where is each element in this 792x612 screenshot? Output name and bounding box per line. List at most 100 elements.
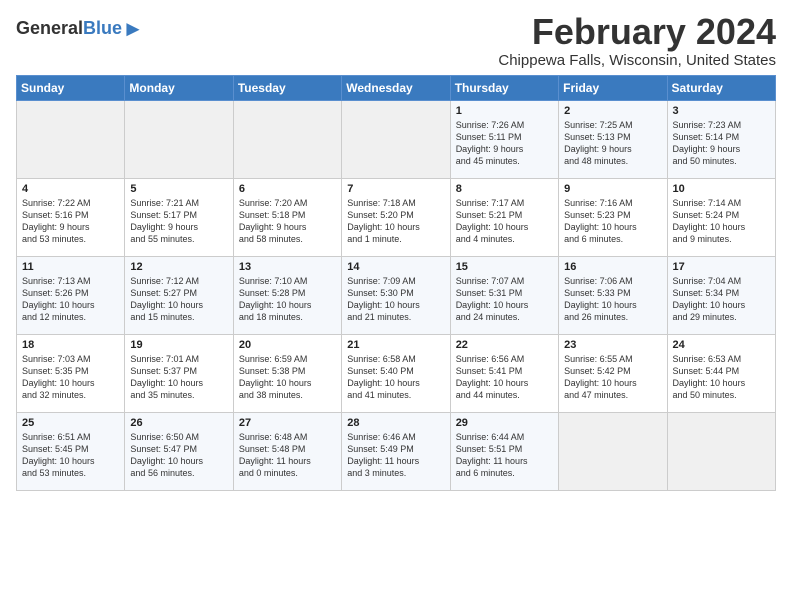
day-number: 8 [456,183,553,195]
calendar-cell: 22 Sunrise: 6:56 AM Sunset: 5:41 PM Dayli… [450,334,558,412]
day-info: Sunrise: 7:26 AM Sunset: 5:11 PM Dayligh… [456,119,553,168]
day-info: Sunrise: 6:51 AM Sunset: 5:45 PM Dayligh… [22,431,119,480]
calendar-cell [559,412,667,490]
logo-blue: Blue [83,18,122,38]
calendar-cell: 28 Sunrise: 6:46 AM Sunset: 5:49 PM Dayli… [342,412,450,490]
calendar-cell: 16 Sunrise: 7:06 AM Sunset: 5:33 PM Dayli… [559,256,667,334]
calendar-cell: 15 Sunrise: 7:07 AM Sunset: 5:31 PM Dayli… [450,256,558,334]
logo-bird-icon: ► [122,16,144,42]
day-info: Sunrise: 7:16 AM Sunset: 5:23 PM Dayligh… [564,197,661,246]
calendar-cell [342,100,450,178]
day-number: 4 [22,183,119,195]
day-info: Sunrise: 6:55 AM Sunset: 5:42 PM Dayligh… [564,353,661,402]
day-number: 14 [347,261,444,273]
calendar-header: Sunday Monday Tuesday Wednesday Thursday… [17,75,776,100]
calendar-cell: 14 Sunrise: 7:09 AM Sunset: 5:30 PM Dayli… [342,256,450,334]
day-info: Sunrise: 7:22 AM Sunset: 5:16 PM Dayligh… [22,197,119,246]
header-saturday: Saturday [667,75,775,100]
calendar-body: 1Sunrise: 7:26 AM Sunset: 5:11 PM Daylig… [17,100,776,490]
day-info: Sunrise: 7:06 AM Sunset: 5:33 PM Dayligh… [564,275,661,324]
day-number: 7 [347,183,444,195]
day-info: Sunrise: 7:13 AM Sunset: 5:26 PM Dayligh… [22,275,119,324]
day-number: 28 [347,417,444,429]
day-info: Sunrise: 6:56 AM Sunset: 5:41 PM Dayligh… [456,353,553,402]
calendar-cell: 21Sunrise: 6:58 AM Sunset: 5:40 PM Dayli… [342,334,450,412]
calendar-cell: 29 Sunrise: 6:44 AM Sunset: 5:51 PM Dayli… [450,412,558,490]
day-number: 23 [564,339,661,351]
day-number: 20 [239,339,336,351]
day-info: Sunrise: 7:07 AM Sunset: 5:31 PM Dayligh… [456,275,553,324]
day-number: 22 [456,339,553,351]
logo-text: GeneralBlue [16,19,122,39]
day-info: Sunrise: 6:46 AM Sunset: 5:49 PM Dayligh… [347,431,444,480]
calendar-cell [17,100,125,178]
day-number: 5 [130,183,227,195]
main-container: GeneralBlue ► February 2024 Chippewa Fal… [0,0,792,499]
day-info: Sunrise: 7:20 AM Sunset: 5:18 PM Dayligh… [239,197,336,246]
calendar-cell: 2Sunrise: 7:25 AM Sunset: 5:13 PM Daylig… [559,100,667,178]
day-number: 19 [130,339,227,351]
calendar-week-4: 25 Sunrise: 6:51 AM Sunset: 5:45 PM Dayli… [17,412,776,490]
calendar-cell: 3Sunrise: 7:23 AM Sunset: 5:14 PM Daylig… [667,100,775,178]
calendar-week-1: 4 Sunrise: 7:22 AM Sunset: 5:16 PM Daylig… [17,178,776,256]
header-monday: Monday [125,75,233,100]
day-info: Sunrise: 7:10 AM Sunset: 5:28 PM Dayligh… [239,275,336,324]
logo-general: General [16,18,83,38]
calendar-cell: 13 Sunrise: 7:10 AM Sunset: 5:28 PM Dayli… [233,256,341,334]
calendar-cell: 7 Sunrise: 7:18 AM Sunset: 5:20 PM Daylig… [342,178,450,256]
calendar-cell: 17Sunrise: 7:04 AM Sunset: 5:34 PM Dayli… [667,256,775,334]
header-row: Sunday Monday Tuesday Wednesday Thursday… [17,75,776,100]
day-number: 24 [673,339,770,351]
calendar-table: Sunday Monday Tuesday Wednesday Thursday… [16,75,776,491]
day-info: Sunrise: 6:50 AM Sunset: 5:47 PM Dayligh… [130,431,227,480]
day-info: Sunrise: 7:18 AM Sunset: 5:20 PM Dayligh… [347,197,444,246]
calendar-cell: 18 Sunrise: 7:03 AM Sunset: 5:35 PM Dayli… [17,334,125,412]
calendar-cell: 24 Sunrise: 6:53 AM Sunset: 5:44 PM Dayli… [667,334,775,412]
calendar-week-2: 11 Sunrise: 7:13 AM Sunset: 5:26 PM Dayli… [17,256,776,334]
day-info: Sunrise: 7:09 AM Sunset: 5:30 PM Dayligh… [347,275,444,324]
day-number: 29 [456,417,553,429]
day-info: Sunrise: 7:03 AM Sunset: 5:35 PM Dayligh… [22,353,119,402]
calendar-cell: 4 Sunrise: 7:22 AM Sunset: 5:16 PM Daylig… [17,178,125,256]
header-thursday: Thursday [450,75,558,100]
calendar-week-3: 18 Sunrise: 7:03 AM Sunset: 5:35 PM Dayli… [17,334,776,412]
header-friday: Friday [559,75,667,100]
calendar-cell: 10 Sunrise: 7:14 AM Sunset: 5:24 PM Dayli… [667,178,775,256]
calendar-cell: 1Sunrise: 7:26 AM Sunset: 5:11 PM Daylig… [450,100,558,178]
day-info: Sunrise: 6:44 AM Sunset: 5:51 PM Dayligh… [456,431,553,480]
day-number: 25 [22,417,119,429]
calendar-cell [667,412,775,490]
day-number: 15 [456,261,553,273]
day-number: 18 [22,339,119,351]
calendar-cell [233,100,341,178]
calendar-cell [125,100,233,178]
calendar-cell: 19Sunrise: 7:01 AM Sunset: 5:37 PM Dayli… [125,334,233,412]
day-info: Sunrise: 6:59 AM Sunset: 5:38 PM Dayligh… [239,353,336,402]
calendar-week-0: 1Sunrise: 7:26 AM Sunset: 5:11 PM Daylig… [17,100,776,178]
day-info: Sunrise: 6:48 AM Sunset: 5:48 PM Dayligh… [239,431,336,480]
day-info: Sunrise: 7:12 AM Sunset: 5:27 PM Dayligh… [130,275,227,324]
calendar-cell: 8 Sunrise: 7:17 AM Sunset: 5:21 PM Daylig… [450,178,558,256]
day-number: 10 [673,183,770,195]
day-number: 27 [239,417,336,429]
header-area: GeneralBlue ► February 2024 Chippewa Fal… [16,12,776,69]
header-sunday: Sunday [17,75,125,100]
logo: GeneralBlue ► [16,16,144,42]
calendar-cell: 26Sunrise: 6:50 AM Sunset: 5:47 PM Dayli… [125,412,233,490]
day-number: 16 [564,261,661,273]
day-number: 9 [564,183,661,195]
location-title: Chippewa Falls, Wisconsin, United States [498,52,776,69]
day-number: 11 [22,261,119,273]
day-number: 12 [130,261,227,273]
calendar-cell: 5Sunrise: 7:21 AM Sunset: 5:17 PM Daylig… [125,178,233,256]
day-info: Sunrise: 7:14 AM Sunset: 5:24 PM Dayligh… [673,197,770,246]
day-info: Sunrise: 7:17 AM Sunset: 5:21 PM Dayligh… [456,197,553,246]
day-number: 6 [239,183,336,195]
day-info: Sunrise: 7:23 AM Sunset: 5:14 PM Dayligh… [673,119,770,168]
day-info: Sunrise: 6:53 AM Sunset: 5:44 PM Dayligh… [673,353,770,402]
day-number: 13 [239,261,336,273]
day-info: Sunrise: 7:04 AM Sunset: 5:34 PM Dayligh… [673,275,770,324]
header-tuesday: Tuesday [233,75,341,100]
month-title: February 2024 [498,12,776,52]
calendar-cell: 12 Sunrise: 7:12 AM Sunset: 5:27 PM Dayli… [125,256,233,334]
